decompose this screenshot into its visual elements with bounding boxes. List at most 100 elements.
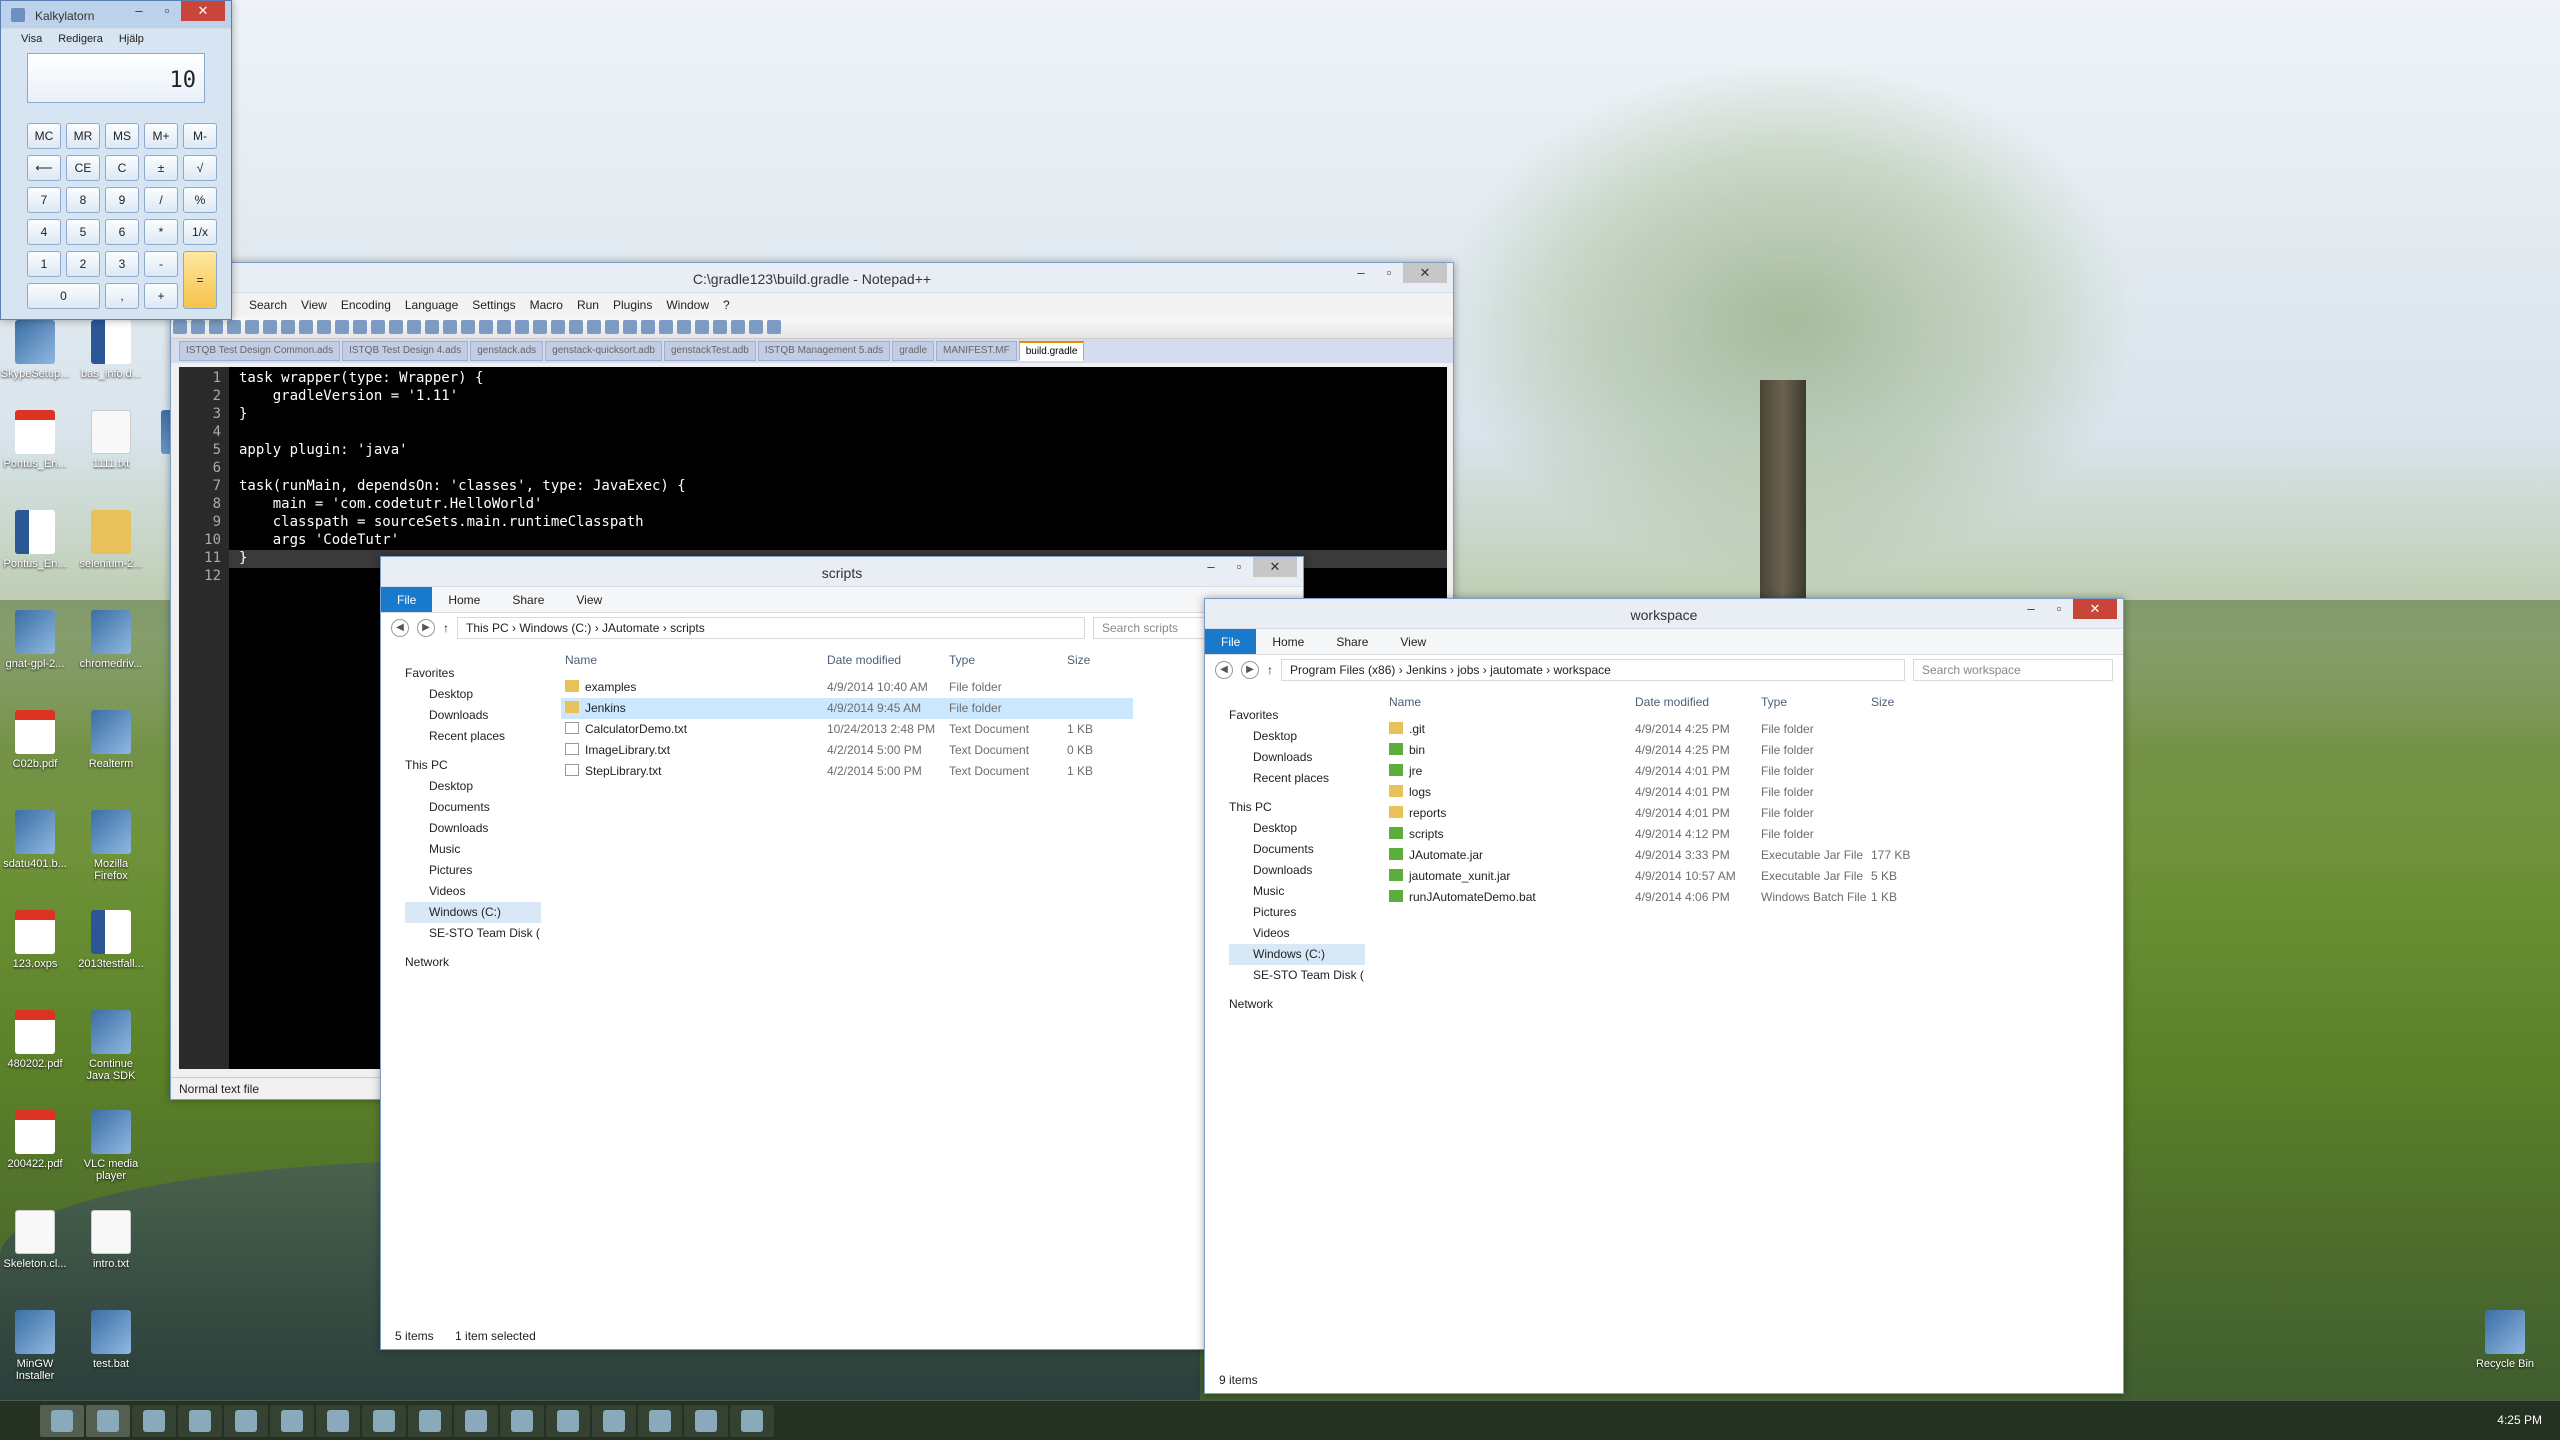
file-tab[interactable]: genstack-quicksort.adb [545, 341, 662, 361]
ribbon-tab-view[interactable]: View [1384, 629, 1442, 654]
menu-item[interactable]: Plugins [613, 298, 652, 312]
desktop-icon[interactable]: 200422.pdf [0, 1110, 70, 1170]
file-name[interactable]: scripts [1389, 824, 1444, 845]
toolbar-icon[interactable] [443, 320, 457, 334]
toolbar-icon[interactable] [479, 320, 493, 334]
desktop-icon[interactable]: gnat-gpl-2... [0, 610, 70, 670]
calc-key[interactable]: * [144, 219, 178, 245]
taskbar-app-button[interactable] [362, 1405, 406, 1437]
toolbar-icon[interactable] [623, 320, 637, 334]
desktop-icon[interactable]: selenium-2... [76, 510, 146, 570]
toolbar-icon[interactable] [461, 320, 475, 334]
nav-item[interactable]: Windows (C:) [1229, 944, 1365, 965]
nav-item[interactable]: Downloads [405, 818, 541, 839]
file-name[interactable]: JAutomate.jar [1389, 845, 1483, 866]
nav-item[interactable]: Music [1229, 881, 1365, 902]
desktop-icon[interactable]: 2013testfall... [76, 910, 146, 970]
breadcrumb[interactable]: This PC [466, 621, 509, 635]
forward-arrow-icon[interactable]: ▶ [1241, 661, 1259, 679]
menu-item[interactable]: Visa [21, 33, 42, 45]
toolbar-icon[interactable] [641, 320, 655, 334]
calc-key[interactable]: C [105, 155, 139, 181]
calc-key[interactable]: , [105, 283, 139, 309]
calc-key[interactable]: 9 [105, 187, 139, 213]
taskbar-app-button[interactable] [178, 1405, 222, 1437]
toolbar-icon[interactable] [191, 320, 205, 334]
back-arrow-icon[interactable]: ◀ [391, 619, 409, 637]
file-name[interactable]: CalculatorDemo.txt [565, 719, 687, 740]
file-name[interactable]: Jenkins [565, 698, 626, 719]
nav-this-pc[interactable]: This PC [1229, 797, 1365, 818]
taskbar-app-button[interactable] [224, 1405, 268, 1437]
ribbon-tab-home[interactable]: Home [1256, 629, 1320, 654]
nav-item[interactable]: Downloads [1229, 860, 1365, 881]
nav-item[interactable]: Pictures [405, 860, 541, 881]
toolbar-icon[interactable] [263, 320, 277, 334]
desktop-icon[interactable]: Recycle Bin [2470, 1310, 2540, 1370]
taskbar-app-button[interactable] [408, 1405, 452, 1437]
calc-key[interactable]: ± [144, 155, 178, 181]
toolbar-icon[interactable] [281, 320, 295, 334]
close-button[interactable]: ✕ [1253, 557, 1297, 577]
menu-item[interactable]: Run [577, 298, 599, 312]
toolbar-icon[interactable] [749, 320, 763, 334]
taskbar-app-button[interactable] [132, 1405, 176, 1437]
toolbar-icon[interactable] [551, 320, 565, 334]
file-name[interactable]: ImageLibrary.txt [565, 740, 670, 761]
nav-item[interactable]: Recent places [405, 726, 541, 747]
explorer-titlebar[interactable]: scripts – ▫ ✕ [381, 557, 1303, 587]
taskbar-app-button[interactable] [592, 1405, 636, 1437]
nav-favorites[interactable]: Favorites [1229, 705, 1365, 726]
file-name[interactable]: jautomate_xunit.jar [1389, 866, 1510, 887]
nav-item[interactable]: Documents [1229, 839, 1365, 860]
toolbar-icon[interactable] [317, 320, 331, 334]
close-button[interactable]: ✕ [181, 1, 225, 21]
file-name[interactable]: logs [1389, 782, 1431, 803]
file-tab[interactable]: build.gradle [1018, 341, 1085, 361]
breadcrumb[interactable]: Program Files (x86) [1290, 663, 1395, 677]
toolbar-icon[interactable] [605, 320, 619, 334]
code-text[interactable]: task wrapper(type: Wrapper) { gradleVers… [239, 369, 686, 585]
ribbon-tab-home[interactable]: Home [432, 587, 496, 612]
toolbar-icon[interactable] [173, 320, 187, 334]
nav-item[interactable]: Pictures [1229, 902, 1365, 923]
close-button[interactable]: ✕ [1403, 263, 1447, 283]
file-tab[interactable]: ISTQB Test Design Common.ads [179, 341, 341, 361]
toolbar-icon[interactable] [209, 320, 223, 334]
calc-key[interactable]: 8 [66, 187, 100, 213]
back-arrow-icon[interactable]: ◀ [1215, 661, 1233, 679]
nav-favorites[interactable]: Favorites [405, 663, 541, 684]
calc-key[interactable]: / [144, 187, 178, 213]
nav-item[interactable]: Videos [1229, 923, 1365, 944]
taskbar-app-button[interactable] [684, 1405, 728, 1437]
maximize-button[interactable]: ▫ [2045, 599, 2073, 619]
column-header[interactable]: Size [1067, 653, 1090, 667]
calc-key[interactable]: + [144, 283, 178, 309]
toolbar-icon[interactable] [695, 320, 709, 334]
calc-key[interactable]: MC [27, 123, 61, 149]
calc-key[interactable]: 5 [66, 219, 100, 245]
taskbar-app-button[interactable] [730, 1405, 774, 1437]
desktop-icon[interactable]: Continue Java SDK [76, 1010, 146, 1082]
nav-item[interactable]: Documents [405, 797, 541, 818]
taskbar-app-button[interactable] [500, 1405, 544, 1437]
toolbar-icon[interactable] [659, 320, 673, 334]
desktop-icon[interactable]: Realterm [76, 710, 146, 770]
nav-item[interactable]: Desktop [1229, 726, 1365, 747]
menu-item[interactable]: View [301, 298, 327, 312]
breadcrumb[interactable]: workspace [1553, 663, 1610, 677]
toolbar-icon[interactable] [569, 320, 583, 334]
breadcrumb[interactable]: Jenkins [1406, 663, 1447, 677]
menu-item[interactable]: Redigera [58, 33, 103, 45]
desktop-icon[interactable]: SkypeSetup... [0, 320, 70, 380]
breadcrumb[interactable]: JAutomate [602, 621, 659, 635]
maximize-button[interactable]: ▫ [1375, 263, 1403, 283]
file-name[interactable]: jre [1389, 761, 1422, 782]
minimize-button[interactable]: – [2017, 599, 2045, 619]
toolbar-icon[interactable] [713, 320, 727, 334]
desktop-icon[interactable]: intro.txt [76, 1210, 146, 1270]
desktop-icon[interactable]: Pontus_En... [0, 510, 70, 570]
file-tab[interactable]: ISTQB Test Design 4.ads [342, 341, 469, 361]
minimize-button[interactable]: – [1347, 263, 1375, 283]
toolbar-icon[interactable] [389, 320, 403, 334]
